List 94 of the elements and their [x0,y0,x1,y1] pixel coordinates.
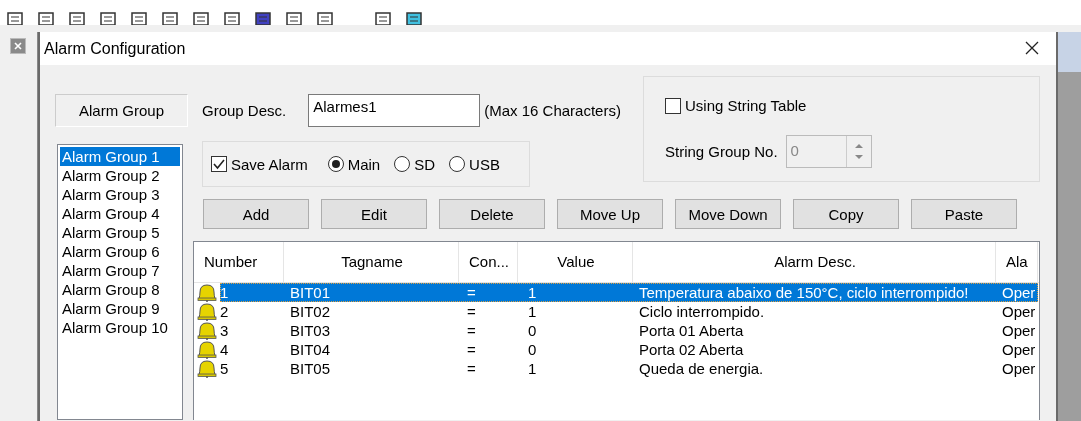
list-item[interactable]: Alarm Group 4 [60,204,180,223]
table-cell-text: BIT01 [289,283,332,302]
radio-label: SD [414,155,436,173]
toolbar-tool-icon[interactable] [99,12,117,25]
bell-icon [196,359,218,378]
toolbar-tool-icon[interactable] [254,12,272,25]
table-cell-text: Oper [1001,302,1037,321]
column-header[interactable]: Number [194,242,284,282]
table-cell-text: Oper [1001,321,1037,340]
table-cell-text: Oper [1001,340,1037,359]
table-cell-text: = [466,302,477,321]
column-header[interactable]: Con... [459,242,518,282]
move-up-button[interactable]: Move Up [557,199,663,229]
bell-icon [196,302,218,321]
table-cell-text: 4 [220,340,230,359]
checkbox-label: Using String Table [685,97,807,114]
table-cell-text: BIT05 [289,359,332,378]
table-cell-text: BIT04 [289,340,332,359]
table-cell-text: 1 [527,283,538,302]
table-row[interactable]: 2 BIT02 = 1 Ciclo interrompido. Oper [220,302,1038,321]
input-field[interactable]: Alarmes1 [308,94,481,127]
table-cell-text: Oper [1001,359,1037,378]
table-cell-text: 0 [527,340,538,359]
radio-label: USB [469,155,500,173]
table-cell-text: = [466,283,477,302]
table-cell-text: BIT03 [289,321,332,340]
table-cell-text: = [466,340,477,359]
toolbar-tool-icon[interactable] [130,12,148,25]
toolbar-tool-icon[interactable] [192,12,210,25]
table-cell-text: Porta 01 Aberta [638,321,745,340]
checkbox[interactable] [211,156,227,172]
list-item[interactable]: Alarm Group 5 [60,223,180,242]
list-item[interactable]: Alarm Group 7 [60,261,180,280]
table-cell-text: Oper [1001,283,1037,302]
list-item[interactable]: Alarm Group 6 [60,242,180,261]
table-cell-text: = [466,321,477,340]
table-row[interactable]: 4 BIT04 = 0 Porta 02 Aberta Oper [220,340,1038,359]
edit-button[interactable]: Edit [321,199,427,229]
hint-text: (Max 16 Characters) [484,102,621,119]
list-item[interactable]: Alarm Group 8 [60,280,180,299]
window-title: Alarm Configuration [44,39,186,58]
table-cell-text: 0 [527,321,538,340]
add-button[interactable]: Add [203,199,309,229]
bell-icon [196,340,218,359]
toolbar-tool-icon[interactable] [405,12,423,25]
list-item[interactable]: Alarm Group 10 [60,318,180,337]
paste-button[interactable]: Paste [911,199,1017,229]
list-item[interactable]: Alarm Group 1 [60,147,180,166]
toolbar-tool-icon[interactable] [6,12,24,25]
table-cell-text: 2 [220,302,230,321]
column-header[interactable]: Value [518,242,633,282]
column-header[interactable]: Tagname [284,242,459,282]
table-cell-text: 5 [220,359,230,378]
toolbar-tool-icon[interactable] [316,12,334,25]
toolbar-tool-icon[interactable] [68,12,86,25]
table-cell-text: 1 [527,302,538,321]
list-item[interactable]: Alarm Group 3 [60,185,180,204]
toolbar-tool-icon[interactable] [374,12,392,25]
move-down-button[interactable]: Move Down [675,199,781,229]
radio-button[interactable] [449,156,466,172]
toolbar-tool-icon[interactable] [285,12,303,25]
close-icon[interactable] [10,38,26,54]
table-cell-text: 1 [220,283,230,302]
table-cell-text: Porta 02 Aberta [638,340,745,359]
close-icon [1024,39,1040,56]
table-cell-text: Temperatura abaixo de 150°C, ciclo interrompido! [638,283,970,302]
list-item[interactable]: Alarm Group 9 [60,299,180,318]
toolbar-tool-icon[interactable] [37,12,55,25]
toolbar-tool-icon[interactable] [161,12,179,25]
radio-label: Main [347,155,381,173]
checkbox[interactable] [665,97,681,114]
copy-button[interactable]: Copy [793,199,899,229]
table-row[interactable]: 5 BIT05 = 1 Queda de energia. Oper [220,359,1038,378]
table-cell-text: 1 [527,359,538,378]
bell-icon [196,283,218,302]
radio-button[interactable] [394,156,411,172]
field-label: String Group No. [665,143,778,160]
table-cell-text: 3 [220,321,230,340]
table-cell-text: Queda de energia. [638,359,765,378]
table-row[interactable]: 1 BIT01 = 1 Temperatura abaixo de 150°C, ciclo interrompido! Oper [220,283,1038,302]
checkbox-label: Save Alarm [231,155,308,173]
table-cell-text: BIT02 [289,302,332,321]
toolbar-tool-icon[interactable] [223,12,241,25]
column-header[interactable]: Alarm Desc. [633,242,996,282]
table-cell-text: = [466,359,477,378]
field-label: Group Desc. [202,102,287,119]
list-item[interactable]: Alarm Group 2 [60,166,180,185]
radio-button[interactable] [327,156,344,172]
table-row[interactable]: 3 BIT03 = 0 Porta 01 Aberta Oper [220,321,1038,340]
table-cell-text: Ciclo interrompido. [638,302,766,321]
bell-icon [196,321,218,340]
column-header[interactable]: Ala [996,242,1038,282]
group-header: Alarm Group [55,94,188,127]
delete-button[interactable]: Delete [439,199,545,229]
